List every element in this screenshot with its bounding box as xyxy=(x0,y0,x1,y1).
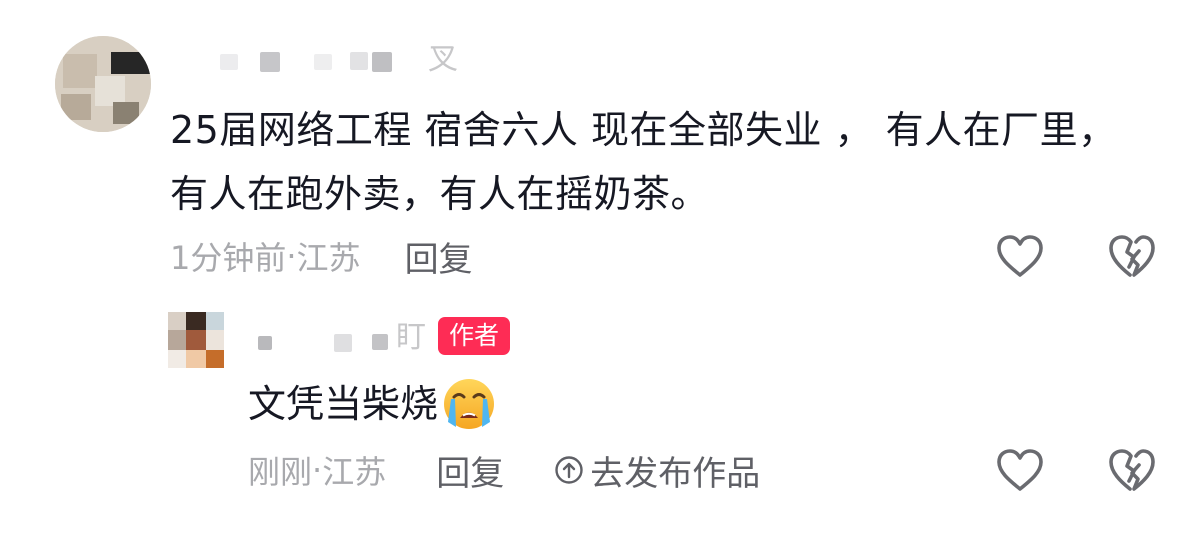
reply-text: 文凭当柴烧 xyxy=(248,376,496,432)
timestamp: 刚刚 xyxy=(248,453,313,491)
loudly-crying-face-emoji xyxy=(444,379,495,429)
reply-username[interactable]: 盯 xyxy=(258,318,428,358)
heart-outline-icon xyxy=(997,449,1043,491)
comment-text-line: 有人在跑外卖，有人在摇奶茶。 xyxy=(170,172,710,216)
location: 江苏 xyxy=(322,453,387,491)
reply-button[interactable]: 回复 xyxy=(436,446,504,495)
meta-separator: · xyxy=(286,237,297,275)
like-button[interactable] xyxy=(995,233,1045,279)
avatar[interactable] xyxy=(55,36,151,132)
location: 江苏 xyxy=(296,239,361,277)
reply-meta: 刚刚 · 江苏 回复 去发布作品 xyxy=(248,446,760,494)
arrow-up-circle-icon xyxy=(555,456,583,484)
broken-heart-icon xyxy=(1109,235,1155,277)
username-tail: 叉 xyxy=(428,42,458,77)
reply-text-content: 文凭当柴烧 xyxy=(248,382,439,426)
meta-separator: · xyxy=(312,451,323,489)
heart-outline-icon xyxy=(997,235,1043,277)
publish-label: 去发布作品 xyxy=(590,453,761,494)
comment-meta: 1分钟前 · 江苏 回复 xyxy=(170,232,473,280)
username[interactable]: 叉 xyxy=(220,40,460,80)
reply-dislike-button[interactable] xyxy=(1107,447,1157,493)
username-tail: 盯 xyxy=(396,320,426,355)
timestamp: 1分钟前 xyxy=(170,239,287,277)
author-badge: 作者 xyxy=(438,317,511,355)
dislike-button[interactable] xyxy=(1107,233,1157,279)
broken-heart-icon xyxy=(1109,449,1155,491)
reply-avatar[interactable] xyxy=(168,312,224,368)
publish-work-button[interactable]: 去发布作品 xyxy=(554,446,760,495)
reply-like-button[interactable] xyxy=(995,447,1045,493)
reply-button[interactable]: 回复 xyxy=(405,232,473,281)
comment-text: 25届网络工程 宿舍六人 现在全部失业 ， 有人在厂里， 有人在跑外卖，有人在摇… xyxy=(170,98,1160,226)
comment-text-line: 25届网络工程 宿舍六人 现在全部失业 ， 有人在厂里， xyxy=(170,108,1117,152)
